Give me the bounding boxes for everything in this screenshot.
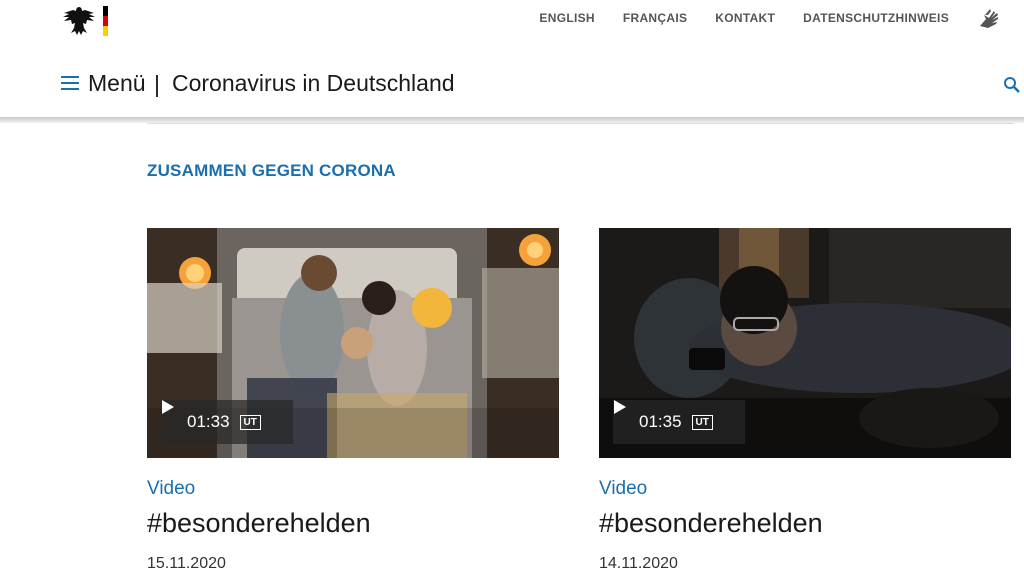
video-thumbnail[interactable]: 01:35 UT bbox=[599, 228, 1011, 458]
title-separator: | bbox=[154, 71, 160, 97]
card-date: 15.11.2020 bbox=[147, 555, 226, 572]
subtitles-badge: UT bbox=[691, 414, 713, 430]
search-icon[interactable] bbox=[1003, 76, 1021, 94]
top-bar: ENGLISH FRANÇAIS KONTAKT DATENSCHUTZHINW… bbox=[0, 0, 1024, 40]
flag-red bbox=[103, 16, 108, 26]
nav-datenschutzhinweis[interactable]: DATENSCHUTZHINWEIS bbox=[803, 11, 949, 25]
content-divider bbox=[147, 123, 1014, 124]
nav-kontakt[interactable]: KONTAKT bbox=[715, 11, 775, 25]
german-flag bbox=[103, 6, 108, 36]
video-duration: 01:33 bbox=[187, 412, 230, 431]
section-heading: ZUSAMMEN GEGEN CORONA bbox=[147, 161, 396, 180]
play-icon[interactable] bbox=[613, 400, 627, 414]
menu-button[interactable]: Menü bbox=[88, 70, 146, 97]
nav-francais[interactable]: FRANÇAIS bbox=[623, 11, 687, 25]
card-title-link[interactable]: #besonderehelden bbox=[599, 508, 823, 539]
federal-eagle-icon[interactable] bbox=[60, 4, 98, 38]
card-date: 14.11.2020 bbox=[599, 555, 678, 572]
menu-icon[interactable] bbox=[61, 76, 79, 90]
language-nav: ENGLISH FRANÇAIS KONTAKT DATENSCHUTZHINW… bbox=[539, 11, 949, 25]
flag-black bbox=[103, 6, 108, 16]
nav-english[interactable]: ENGLISH bbox=[539, 11, 594, 25]
video-card[interactable]: 01:33 UT Video #besonderehelden 15.11.20… bbox=[147, 228, 559, 572]
video-controls[interactable]: 01:35 UT bbox=[613, 400, 745, 444]
subtitles-badge: UT bbox=[239, 414, 261, 430]
sign-language-icon[interactable] bbox=[976, 6, 1002, 32]
menu-bar: Menü | Coronavirus in Deutschland bbox=[0, 60, 1024, 110]
card-type-label: Video bbox=[147, 478, 196, 499]
video-duration: 01:35 bbox=[639, 412, 682, 431]
play-icon[interactable] bbox=[161, 400, 175, 414]
site-title[interactable]: Coronavirus in Deutschland bbox=[172, 70, 455, 97]
video-card[interactable]: 01:35 UT Video #besonderehelden 14.11.20… bbox=[599, 228, 1011, 572]
card-title-link[interactable]: #besonderehelden bbox=[147, 508, 371, 539]
video-controls[interactable]: 01:33 UT bbox=[161, 400, 293, 444]
card-type-label: Video bbox=[599, 478, 648, 499]
flag-gold bbox=[103, 26, 108, 36]
video-thumbnail[interactable]: 01:33 UT bbox=[147, 228, 559, 458]
